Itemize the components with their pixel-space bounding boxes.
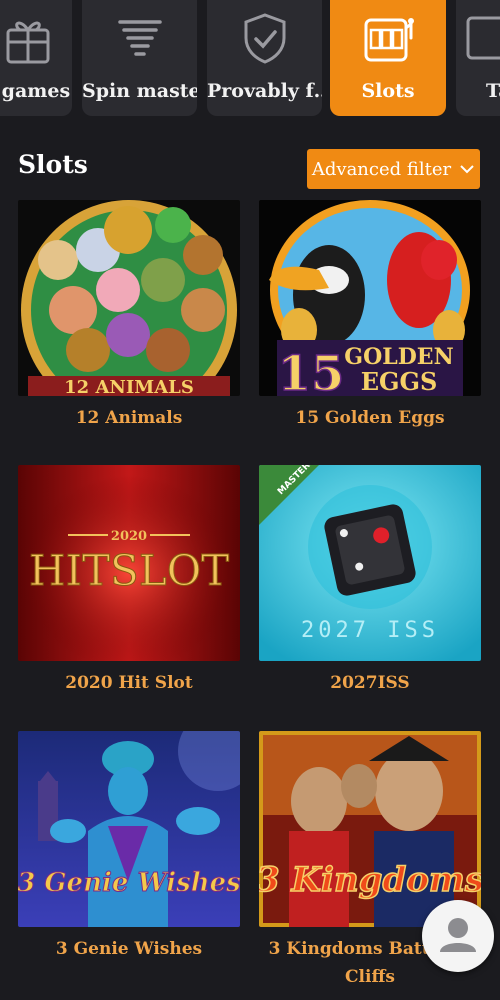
game-thumbnail-2020-hit-slot: 2020 HITSLOT [18,465,240,661]
game-title[interactable]: 15 Golden Eggs [250,404,490,432]
game-tile-2027iss[interactable]: 2027 ISS MASTERS [259,465,481,661]
thumbnail-badge: 12 ANIMALS [64,377,194,396]
tornado-icon [117,20,162,56]
category-label: Spin maste… [82,80,197,102]
game-thumbnail-3-kingdoms: 3 Kingdoms [259,731,481,927]
category-bar: y games Spin maste… Provably f… Slots Ta [0,0,500,132]
thumbnail-code: 2027 ISS [301,618,439,643]
game-tile-2020-hit-slot[interactable]: 2020 HITSLOT [18,465,240,661]
game-title[interactable]: 2020 Hit Slot [9,669,249,697]
section-title: Slots [18,150,88,179]
game-tile-3-kingdoms[interactable]: 3 Kingdoms [259,731,481,927]
thumbnail-logo: 3 Genie Wishes [18,868,240,898]
gift-icon [6,21,50,64]
game-thumbnail-3-genie-wishes: 3 Genie Wishes [18,731,240,927]
thumbnail-logo: HITSLOT [29,546,229,595]
thumbnail-year: 2020 [111,529,147,544]
game-title[interactable]: 2027ISS [250,669,490,697]
shield-check-icon [244,13,285,64]
game-tile-15-golden-eggs[interactable]: 15 GOLDEN EGGS [259,200,481,396]
thumbnail-badge-number: 15 [278,346,345,396]
thumbnail-logo: 3 Kingdoms [259,860,481,900]
game-title[interactable]: 12 Animals [9,404,249,432]
category-tab-provably-fair[interactable]: Provably f… [207,0,322,116]
category-label: Provably f… [207,80,322,102]
game-thumbnail-2027iss: 2027 ISS MASTERS [259,465,481,661]
category-tab-live-games[interactable]: y games [0,0,72,116]
category-tab-table[interactable]: Ta [456,0,500,116]
category-label: Ta [486,80,500,102]
user-avatar-icon [440,918,476,952]
game-thumbnail-12-animals: 12 ANIMALS [18,200,240,396]
advanced-filter-button[interactable]: Advanced filter [307,149,480,189]
thumbnail-badge-line2: EGGS [361,367,438,396]
game-thumbnail-15-golden-eggs: 15 GOLDEN EGGS [259,200,481,396]
advanced-filter-label: Advanced filter [311,158,452,180]
chevron-down-icon [460,165,474,174]
category-tab-slots[interactable]: Slots [330,0,446,116]
slot-machine-icon [364,18,414,62]
category-tab-spin-master[interactable]: Spin maste… [82,0,197,116]
account-button[interactable] [422,900,494,972]
table-icon [466,16,500,60]
game-tile-12-animals[interactable]: 12 ANIMALS [18,200,240,396]
category-label: y games [0,80,71,102]
game-title[interactable]: 3 Genie Wishes [9,935,249,963]
game-tile-3-genie-wishes[interactable]: 3 Genie Wishes [18,731,240,927]
category-label: Slots [361,80,415,102]
